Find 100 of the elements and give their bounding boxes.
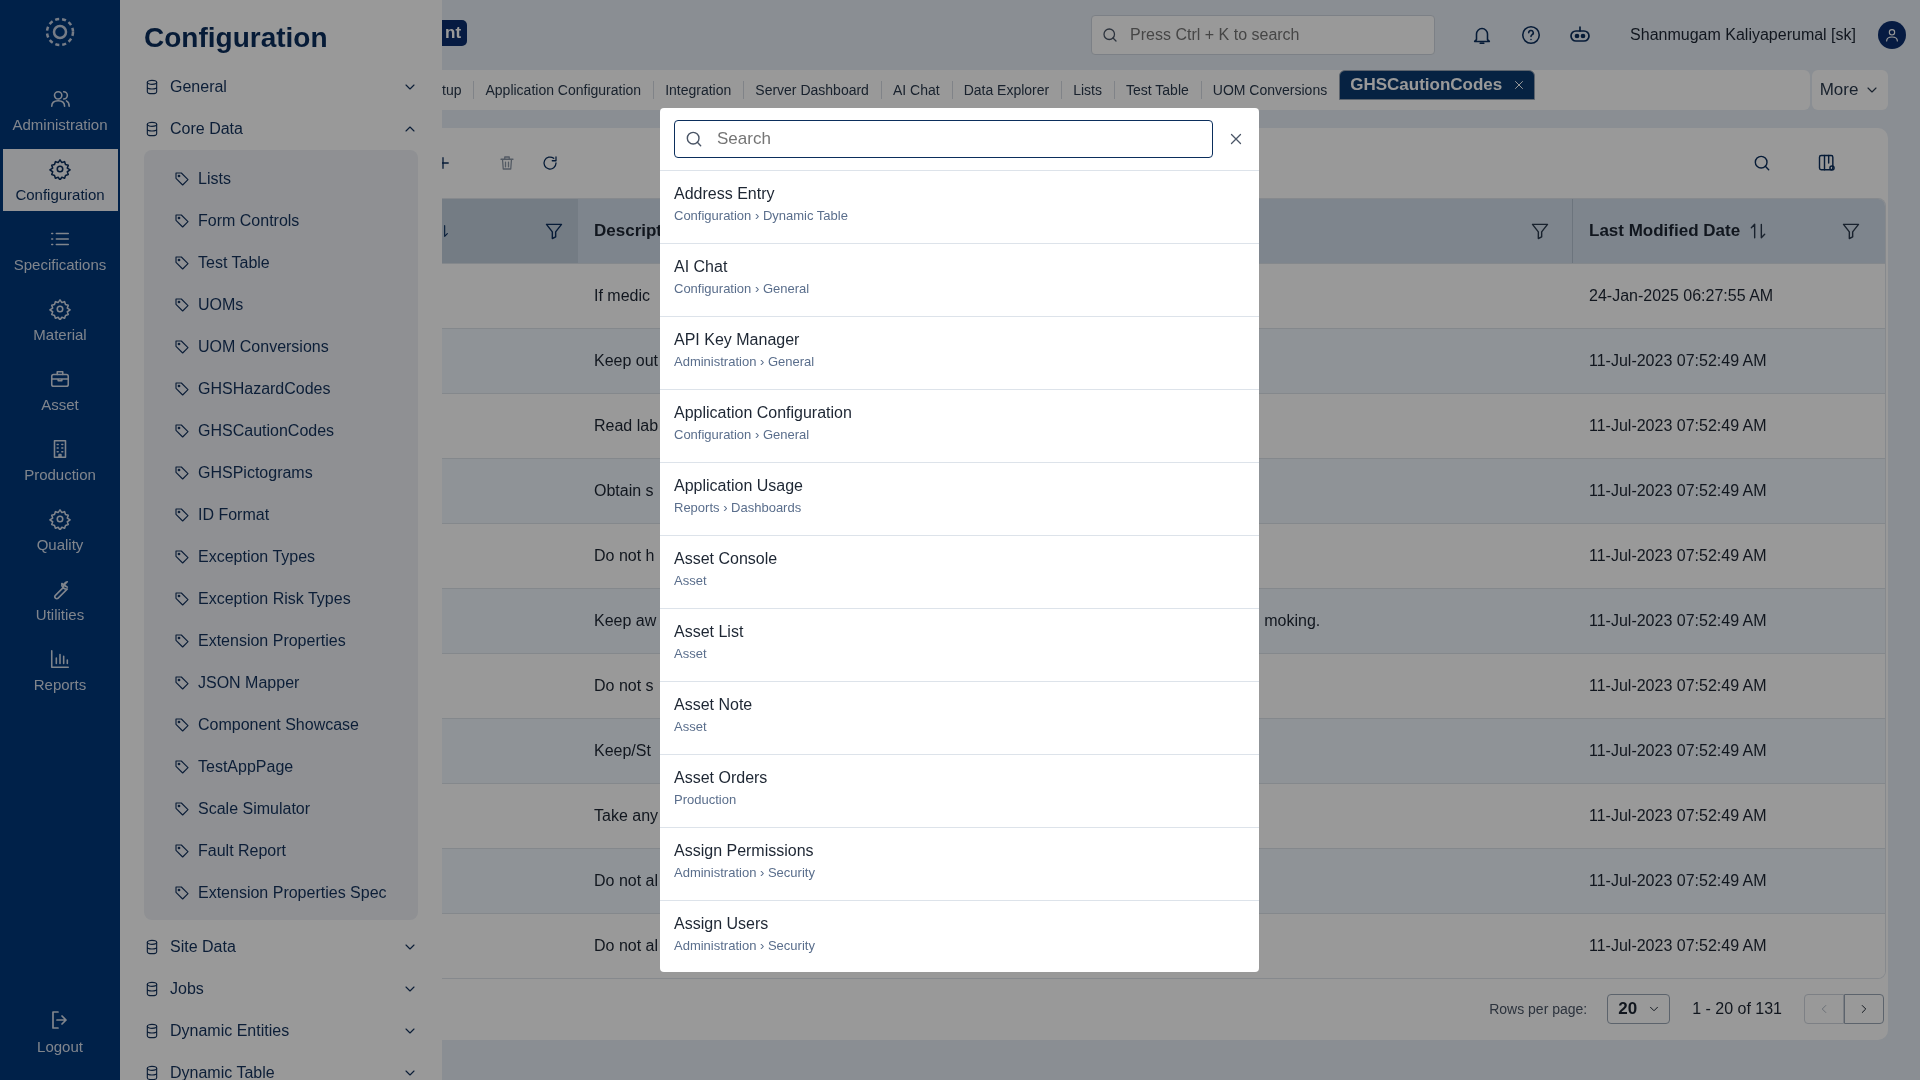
search-result[interactable]: Assign Permissions Administration › Security xyxy=(660,828,1259,901)
search-result[interactable]: Asset Orders Production xyxy=(660,755,1259,828)
tab[interactable]: GHSCautionCodes xyxy=(1339,70,1536,100)
nav-item[interactable]: Administration xyxy=(2,79,118,141)
rows-per-page-select[interactable]: 20 xyxy=(1607,994,1671,1024)
menu-item[interactable]: Form Controls xyxy=(144,200,418,242)
nav-item[interactable]: Production xyxy=(2,429,118,491)
tab[interactable]: UOM Conversions xyxy=(1200,70,1340,110)
search-result[interactable]: Asset List Asset xyxy=(660,609,1259,682)
nav-item[interactable]: Reports xyxy=(2,639,118,701)
avatar[interactable] xyxy=(1878,21,1906,49)
nav-item[interactable]: Quality xyxy=(2,499,118,561)
database-icon xyxy=(144,939,160,955)
nav-item[interactable]: Asset xyxy=(2,359,118,421)
table-cell: 11-Jul-2023 07:52:49 AM xyxy=(1589,872,1767,890)
panel-title: Configuration xyxy=(144,22,329,54)
table-cell: 11-Jul-2023 07:52:49 AM xyxy=(1589,742,1767,760)
search-result[interactable]: API Key Manager Administration › General xyxy=(660,317,1259,390)
tab[interactable]: Lists xyxy=(1061,70,1114,110)
menu-section[interactable]: General xyxy=(144,66,418,108)
tab[interactable]: Server Dashboard xyxy=(743,70,881,110)
column-header[interactable]: Last Modified Date xyxy=(1589,221,1741,241)
menu-item[interactable]: Scale Simulator xyxy=(144,788,418,830)
refresh-icon xyxy=(540,154,559,172)
menu-item[interactable]: TestAppPage xyxy=(144,746,418,788)
bar-chart-icon xyxy=(49,647,71,670)
menu-item[interactable]: UOM Conversions xyxy=(144,326,418,368)
table-cell: Read lab xyxy=(594,417,659,435)
menu-item[interactable]: Exception Risk Types xyxy=(144,578,418,620)
tab[interactable]: AI Chat xyxy=(880,70,952,110)
tab[interactable]: Application Configuration xyxy=(473,70,654,110)
database-icon xyxy=(144,121,160,137)
table-cell: Do not al xyxy=(594,937,659,955)
menu-item[interactable]: Component Showcase xyxy=(144,704,418,746)
menu-item[interactable]: GHSPictograms xyxy=(144,452,418,494)
menu-item[interactable]: Extension Properties Spec xyxy=(144,872,418,914)
columns-icon xyxy=(1816,153,1837,173)
menu-section[interactable]: Dynamic Entities xyxy=(144,1010,418,1052)
menu-item[interactable]: Fault Report xyxy=(144,830,418,872)
tag-icon xyxy=(174,339,190,355)
menu-item[interactable]: Lists xyxy=(144,158,418,200)
nav-item[interactable]: Utilities xyxy=(2,569,118,631)
search-result[interactable]: Application Configuration Configuration › General xyxy=(660,390,1259,463)
nav-item[interactable]: Configuration xyxy=(2,149,118,211)
table-cell: moking. xyxy=(1264,612,1321,630)
menu-item[interactable]: Test Table xyxy=(144,242,418,284)
gear-icon xyxy=(49,157,71,180)
page-range: 1 - 20 of 131 xyxy=(1692,1000,1782,1018)
table-cell: Do not h xyxy=(594,547,655,565)
tag-icon xyxy=(174,801,190,817)
search-result[interactable]: Assign Users Administration › Security xyxy=(660,901,1259,972)
tag-icon xyxy=(174,171,190,187)
person-icon xyxy=(1884,27,1900,43)
tab[interactable]: tup xyxy=(442,70,474,110)
menu-item[interactable]: GHSHazardCodes xyxy=(144,368,418,410)
table-cell: 11-Jul-2023 07:52:49 AM xyxy=(1589,612,1767,630)
table-cell: If medic xyxy=(594,287,650,305)
nav-item[interactable]: Material xyxy=(2,289,118,351)
nav-item[interactable]: Specifications xyxy=(2,219,118,281)
filter-icon xyxy=(1530,221,1550,241)
table-cell: Keep out xyxy=(594,352,659,370)
table-cell: 11-Jul-2023 07:52:49 AM xyxy=(1589,677,1767,695)
search-icon xyxy=(684,129,704,149)
column-header[interactable]: Descript xyxy=(594,221,663,241)
tag-icon xyxy=(174,885,190,901)
tag-icon xyxy=(174,717,190,733)
menu-item[interactable]: UOMs xyxy=(144,284,418,326)
table-cell: 11-Jul-2023 07:52:49 AM xyxy=(1589,807,1767,825)
search-result[interactable]: Address Entry Configuration › Dynamic Table xyxy=(660,171,1259,244)
table-cell: 11-Jul-2023 07:52:49 AM xyxy=(1589,352,1767,370)
logout-button[interactable]: Logout xyxy=(2,1000,118,1062)
search-result[interactable]: AI Chat Configuration › General xyxy=(660,244,1259,317)
menu-section[interactable]: Jobs xyxy=(144,968,418,1010)
gear-icon xyxy=(49,507,71,530)
search-result[interactable]: Asset Console Asset xyxy=(660,536,1259,609)
menu-section[interactable]: Core Data xyxy=(144,108,418,150)
add-button[interactable] xyxy=(442,154,452,172)
menu-section[interactable]: Site Data xyxy=(144,926,418,968)
tag-icon xyxy=(174,255,190,271)
menu-item[interactable]: GHSCautionCodes xyxy=(144,410,418,452)
tab[interactable]: Integration xyxy=(653,70,744,110)
menu-item[interactable]: Exception Types xyxy=(144,536,418,578)
menu-item[interactable]: ID Format xyxy=(144,494,418,536)
menu-item[interactable]: JSON Mapper xyxy=(144,662,418,704)
search-result[interactable]: Application Usage Reports › Dashboards xyxy=(660,463,1259,536)
tab[interactable]: Test Table xyxy=(1114,70,1201,110)
tab[interactable]: Data Explorer xyxy=(951,70,1062,110)
tag-icon xyxy=(174,465,190,481)
table-cell: 11-Jul-2023 07:52:49 AM xyxy=(1589,547,1767,565)
table-cell: Obtain s xyxy=(594,482,654,500)
gear-icon xyxy=(49,297,71,320)
user-name: Shanmugam Kaliyaperumal [sk] xyxy=(1630,26,1856,44)
menu-item[interactable]: Extension Properties xyxy=(144,620,418,662)
more-button[interactable]: More xyxy=(1812,70,1888,110)
table-cell: Keep/St xyxy=(594,742,651,760)
app-badge: nt xyxy=(442,19,468,46)
search-field[interactable]: Search xyxy=(674,120,1213,158)
search-result[interactable]: Asset Note Asset xyxy=(660,682,1259,755)
table-cell: Keep aw xyxy=(594,612,657,630)
trash-icon xyxy=(497,154,516,172)
